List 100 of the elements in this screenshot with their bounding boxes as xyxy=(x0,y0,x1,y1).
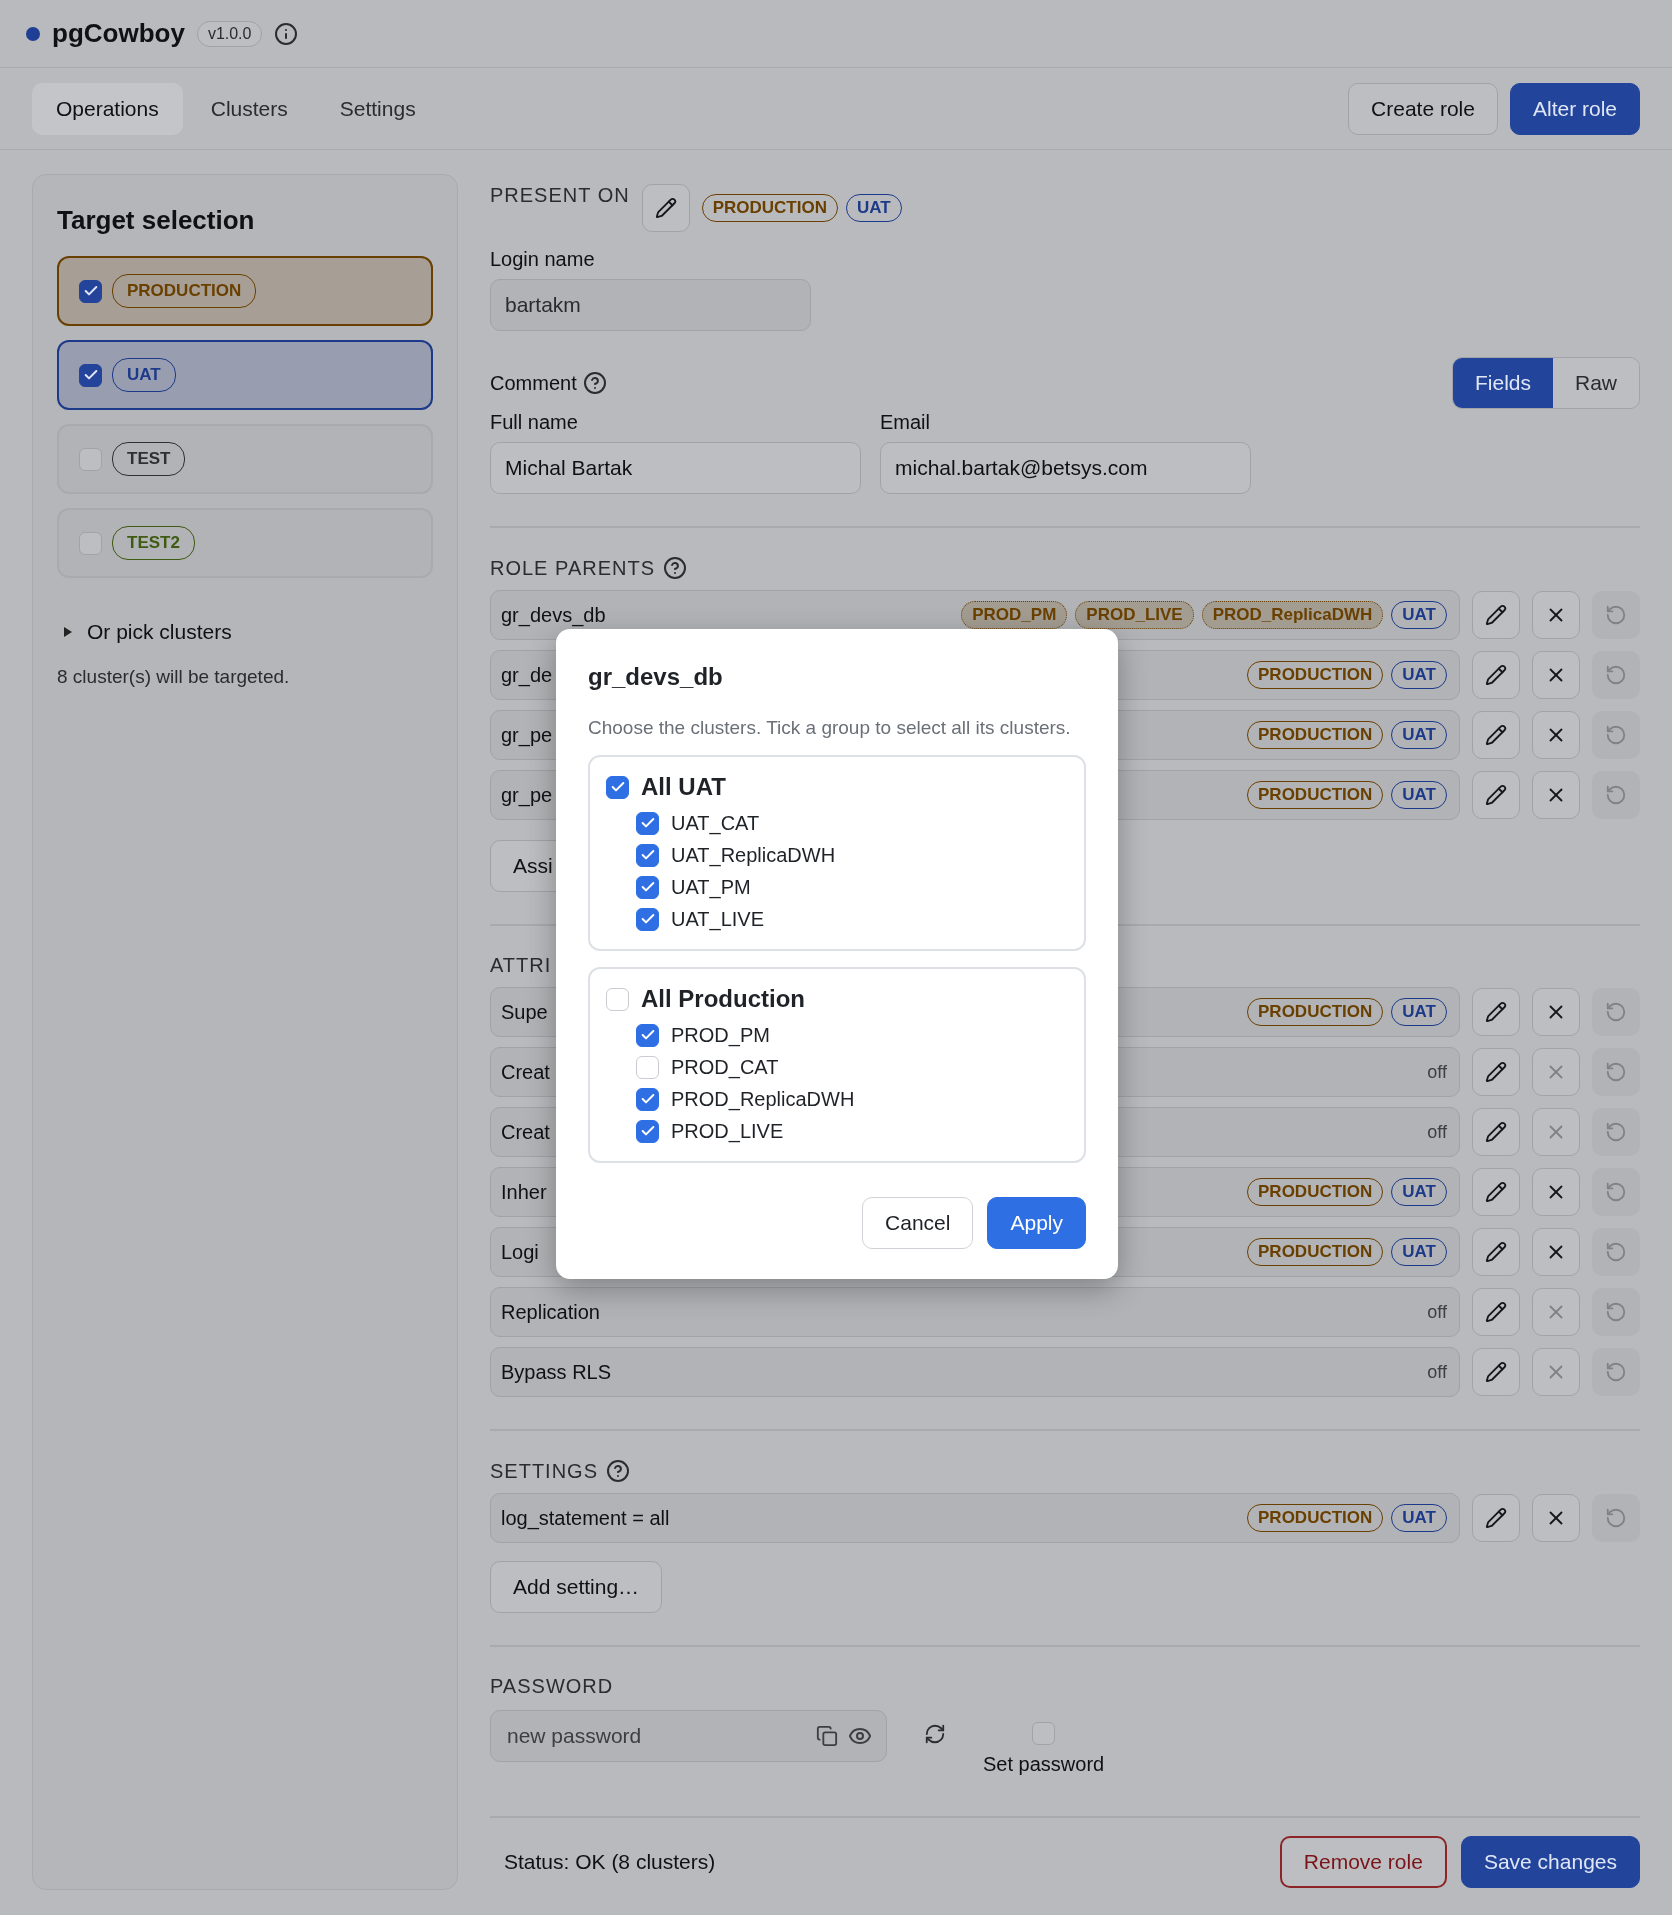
undo-icon xyxy=(1605,1361,1627,1383)
edit-button[interactable] xyxy=(1472,771,1520,819)
cluster-label: PROD_PM xyxy=(671,1023,770,1047)
checkbox[interactable] xyxy=(636,1023,659,1047)
remove-button[interactable] xyxy=(1532,1168,1580,1216)
remove-button[interactable] xyxy=(1532,988,1580,1036)
row-label: log_statement = all xyxy=(501,1506,670,1530)
edit-button[interactable] xyxy=(1472,1288,1520,1336)
dialog-button[interactable]: Apply xyxy=(987,1197,1086,1249)
environment-tag: TEST xyxy=(112,442,186,476)
row-label: Logi xyxy=(501,1240,539,1264)
row-label: Supe xyxy=(501,1000,548,1024)
edit-button[interactable] xyxy=(1472,711,1520,759)
row-label: Creat xyxy=(501,1060,550,1084)
undo-icon xyxy=(1605,1241,1627,1263)
header-button[interactable]: Create role xyxy=(1348,82,1498,135)
remove-button[interactable] xyxy=(1532,1228,1580,1276)
edit-button[interactable] xyxy=(1472,651,1520,699)
checkbox[interactable] xyxy=(79,279,102,303)
target-summary: 8 cluster(s) will be targeted. xyxy=(57,666,291,688)
remove-button[interactable] xyxy=(1532,651,1580,699)
field-label: Comment xyxy=(490,371,577,395)
status-text: Status: OK (8 clusters) xyxy=(504,1850,716,1874)
edit-button[interactable] xyxy=(1472,988,1520,1036)
undo-icon xyxy=(1605,1121,1627,1143)
edit-button[interactable] xyxy=(1472,1108,1520,1156)
dialog-title: gr_devs_db xyxy=(588,663,724,691)
pencil-icon xyxy=(1485,1181,1507,1203)
target-option[interactable]: TEST xyxy=(57,424,433,494)
dialog-button[interactable]: Cancel xyxy=(862,1197,974,1249)
checkbox[interactable] xyxy=(636,1087,659,1111)
undo-icon xyxy=(1605,1181,1627,1203)
app-title: pgCowboy xyxy=(52,18,185,49)
value-label: off xyxy=(1427,1061,1447,1083)
nav-tab[interactable]: Settings xyxy=(315,82,440,135)
nav-tab[interactable]: Clusters xyxy=(186,82,312,135)
edit-button[interactable] xyxy=(1472,1048,1520,1096)
pencil-icon xyxy=(1485,1121,1507,1143)
add-setting-button[interactable]: Add setting… xyxy=(490,1561,663,1613)
cluster-label: UAT_PM xyxy=(671,875,751,899)
remove-button[interactable] xyxy=(1532,1494,1580,1542)
cluster-label: PROD_CAT xyxy=(671,1055,779,1079)
target-option[interactable]: UAT xyxy=(57,340,433,410)
status-dot xyxy=(26,26,40,41)
row-label: gr_de xyxy=(501,663,553,687)
help-icon[interactable] xyxy=(606,1459,630,1483)
target-option[interactable]: TEST2 xyxy=(57,508,433,578)
field-label: Login name xyxy=(490,248,596,271)
footer-button[interactable]: Save changes xyxy=(1460,1836,1640,1888)
environment-tag: PRODUCTION xyxy=(112,274,257,308)
password-input[interactable]: new password xyxy=(505,1723,806,1749)
undo-icon xyxy=(1605,724,1627,746)
undo-icon xyxy=(1605,1001,1627,1023)
header-button[interactable]: Alter role xyxy=(1509,82,1640,135)
pencil-icon xyxy=(1485,1061,1507,1083)
help-icon[interactable] xyxy=(663,556,687,580)
text-field[interactable]: Michal Bartak xyxy=(490,442,861,494)
version-badge: v1.0.0 xyxy=(196,20,263,47)
cluster-label: UAT_CAT xyxy=(671,811,760,835)
pick-clusters-toggle[interactable]: Or pick clusters xyxy=(63,620,433,644)
checkbox[interactable] xyxy=(79,447,102,471)
mode-toggle[interactable]: Raw xyxy=(1553,358,1639,408)
row-label: Inher xyxy=(501,1180,547,1204)
checkbox[interactable] xyxy=(79,531,102,555)
text-field[interactable]: michal.bartak@betsys.com xyxy=(880,442,1251,494)
checkbox[interactable] xyxy=(606,775,629,799)
row-label: Bypass RLS xyxy=(501,1360,612,1384)
checkbox[interactable] xyxy=(636,843,659,867)
pencil-icon xyxy=(1485,1507,1507,1529)
checkbox[interactable] xyxy=(636,875,659,899)
checkbox[interactable] xyxy=(636,811,659,835)
edit-button[interactable] xyxy=(1472,1168,1520,1216)
undo-icon xyxy=(1605,784,1627,806)
checkbox[interactable] xyxy=(636,907,659,931)
remove-button[interactable] xyxy=(1532,711,1580,759)
password-field[interactable]: new password xyxy=(490,1710,887,1762)
nav-tab[interactable]: Operations xyxy=(32,82,183,135)
checkbox[interactable] xyxy=(636,1119,659,1143)
undo-icon xyxy=(1605,664,1627,686)
edit-button[interactable] xyxy=(1472,591,1520,639)
edit-button[interactable] xyxy=(1472,1228,1520,1276)
remove-button[interactable] xyxy=(1532,771,1580,819)
copy-icon[interactable] xyxy=(816,1725,838,1747)
dialog-description: Choose the clusters. Tick a group to select all its clusters. xyxy=(588,717,1072,739)
mode-toggle[interactable]: Fields xyxy=(1452,358,1553,408)
refresh-icon xyxy=(924,1723,946,1745)
remove-button[interactable] xyxy=(1532,591,1580,639)
pencil-icon xyxy=(1485,1301,1507,1323)
checkbox[interactable] xyxy=(79,363,102,387)
pencil-icon xyxy=(1485,604,1507,626)
checkbox[interactable] xyxy=(1032,1722,1056,1745)
edit-button[interactable] xyxy=(1472,1494,1520,1542)
info-icon[interactable] xyxy=(274,21,299,46)
help-icon[interactable] xyxy=(582,371,607,395)
undo-icon xyxy=(1605,604,1627,626)
cluster-label: PROD_ReplicaDWH xyxy=(671,1087,855,1111)
footer-button[interactable]: Remove role xyxy=(1279,1836,1447,1888)
edit-button[interactable] xyxy=(1472,1348,1520,1396)
edit-button[interactable] xyxy=(641,184,690,232)
section-title: ROLE PARENTS xyxy=(490,556,655,580)
